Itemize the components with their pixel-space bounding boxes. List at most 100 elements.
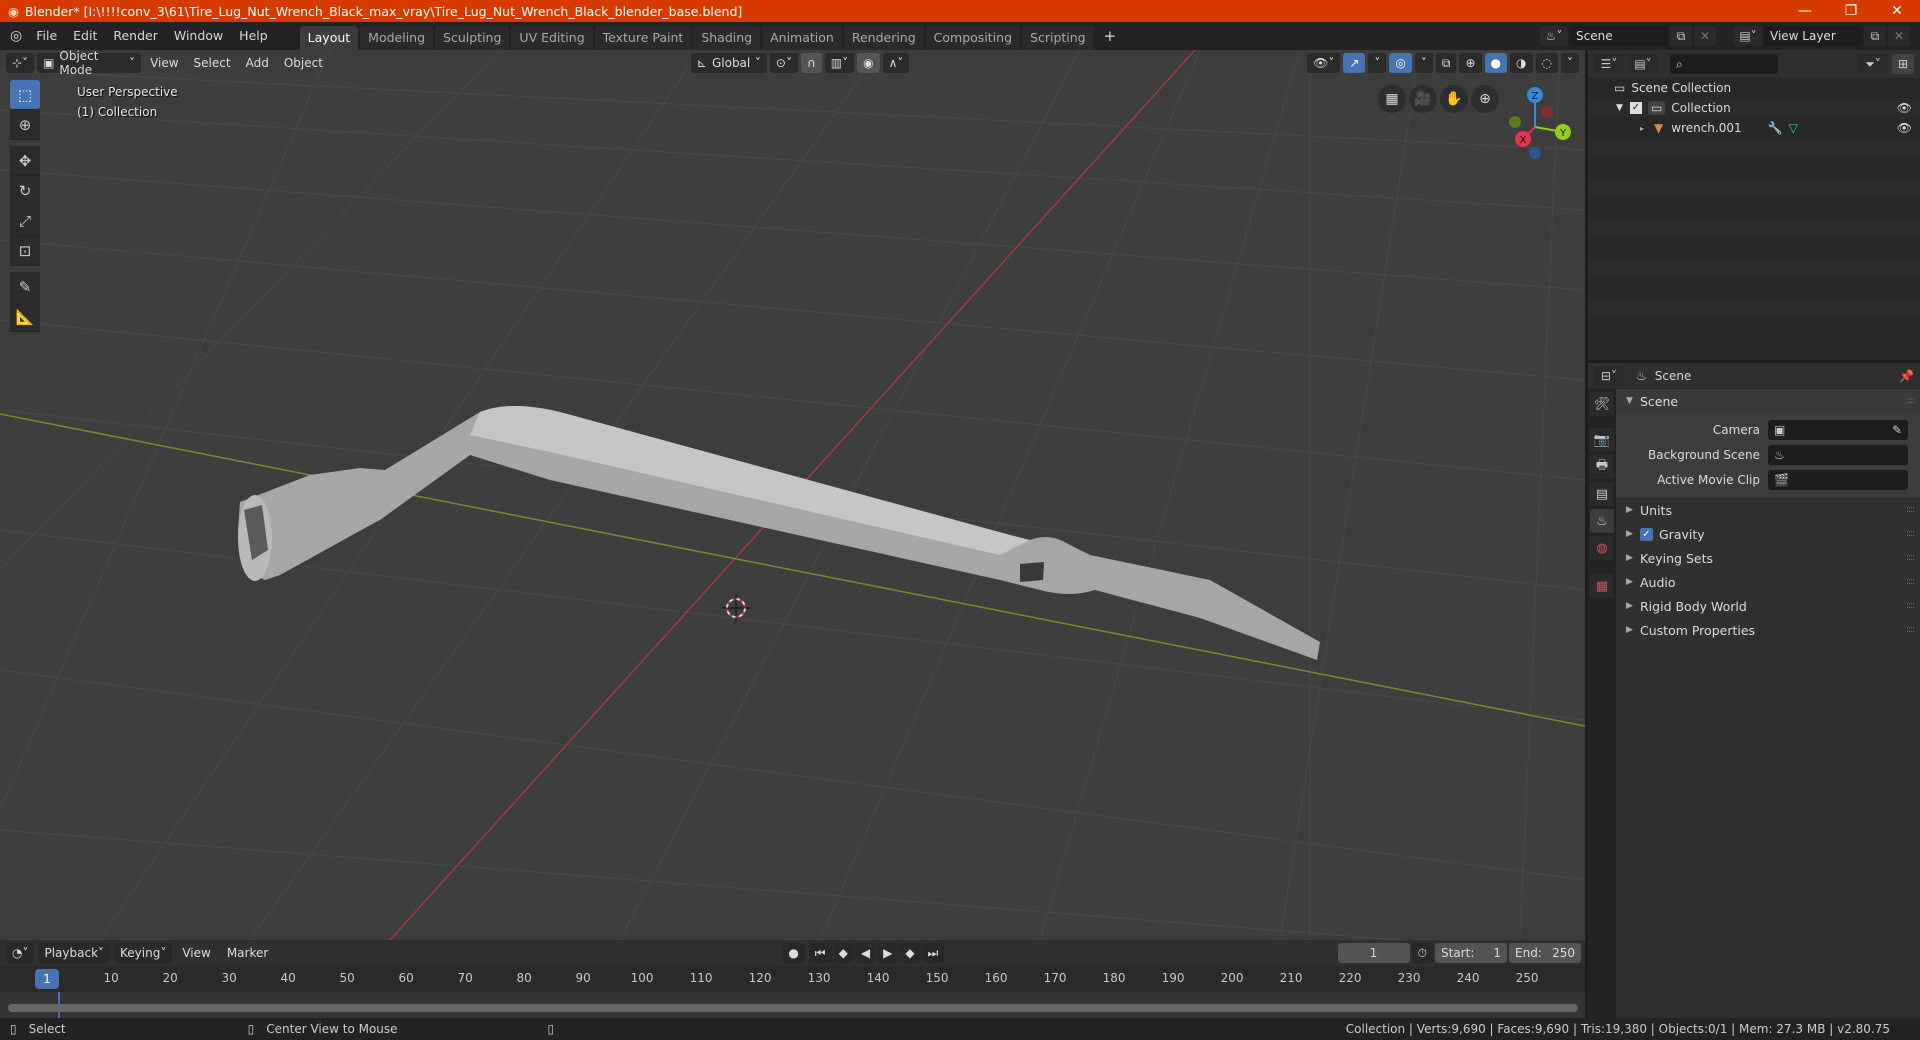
eye-icon[interactable]: 👁 xyxy=(1897,101,1912,115)
timeline-ruler[interactable]: 1 10 20 30 40 50 60 70 80 90 100 110 120 130 140 150 16… xyxy=(0,966,1585,992)
mode-dropdown[interactable]: ▣ Object Mode ˅ xyxy=(37,50,142,77)
display-mode-button[interactable]: ▤ ˅ xyxy=(1628,54,1658,74)
jump-start-button[interactable]: ⏮ xyxy=(808,943,832,963)
drag-grip-icon[interactable]: :::: xyxy=(1906,577,1915,587)
menu-select[interactable]: Select xyxy=(188,53,237,73)
timeline-view-menu[interactable]: View xyxy=(176,943,216,963)
panel-keying-sets[interactable]: ▶ Keying Sets:::: xyxy=(1616,546,1920,570)
tool-select-box[interactable]: ⬚ xyxy=(10,80,40,110)
snap-toggle[interactable]: ∩ xyxy=(800,53,822,73)
shading-wireframe[interactable]: ⊕ xyxy=(1459,53,1482,73)
record-button[interactable]: ● xyxy=(782,943,805,963)
tool-annotate[interactable]: ✎ xyxy=(10,272,40,302)
properties-editor-type-button[interactable]: ⊟ ˅ xyxy=(1594,365,1624,386)
3d-viewport[interactable]: ⊹ ˅ ▣ Object Mode ˅ View Select Add Object … xyxy=(0,50,1585,940)
mesh-data-icon[interactable]: ▽ xyxy=(1789,121,1798,135)
snap-target-dropdown[interactable]: ▥ ˅ xyxy=(824,53,855,73)
timeline-scrollbar[interactable] xyxy=(8,1004,1578,1012)
maximize-button[interactable]: ❐ xyxy=(1828,0,1874,22)
tab-render[interactable]: 📷 xyxy=(1590,428,1614,452)
shading-material[interactable]: ◑ xyxy=(1510,53,1533,73)
menu-window[interactable]: Window xyxy=(166,22,231,50)
view-layer-name-field[interactable]: View Layer xyxy=(1764,26,1862,46)
scene-browse-button[interactable]: ♨ ˅ xyxy=(1540,26,1568,46)
minimize-button[interactable]: — xyxy=(1782,0,1828,22)
tab-world[interactable]: ◍ xyxy=(1590,536,1614,560)
tool-measure[interactable]: 📐 xyxy=(10,302,40,332)
panel-audio[interactable]: ▶ Audio:::: xyxy=(1616,570,1920,594)
delete-view-layer-button[interactable]: ✕ xyxy=(1888,26,1910,46)
preview-range-toggle[interactable]: ⏱ xyxy=(1411,943,1433,963)
active-movie-clip-field[interactable]: 🎬 xyxy=(1768,469,1908,490)
tool-transform[interactable]: ⊡ xyxy=(10,236,40,266)
falloff-dropdown[interactable]: ∧ ˅ xyxy=(882,53,910,73)
eyedropper-icon[interactable]: ✎ xyxy=(1892,423,1902,437)
playhead[interactable]: 1 xyxy=(35,969,59,989)
new-view-layer-button[interactable]: ⧉ xyxy=(1864,26,1886,46)
workspace-tab-layout[interactable]: Layout xyxy=(299,26,359,50)
play-reverse-button[interactable]: ◀ xyxy=(854,943,877,963)
viewport-canvas[interactable] xyxy=(0,50,1585,940)
tool-cursor[interactable]: ⊕ xyxy=(10,110,40,140)
play-button[interactable]: ▶ xyxy=(877,943,899,963)
tool-move[interactable]: ✥ xyxy=(10,146,40,176)
new-collection-button[interactable]: ⊞ xyxy=(1892,54,1914,74)
marker-menu[interactable]: Marker xyxy=(221,943,274,963)
expand-triangle-icon[interactable]: ▸ xyxy=(1640,124,1654,133)
menu-view[interactable]: View xyxy=(144,53,184,73)
blender-menu-icon[interactable]: ◎ xyxy=(0,28,28,44)
drag-grip-icon[interactable]: :::: xyxy=(1906,553,1915,563)
next-keyframe-button[interactable]: ◆ xyxy=(899,943,921,963)
transform-orientation-dropdown[interactable]: ⊾ Global ˅ xyxy=(690,53,767,73)
tab-output[interactable]: 🖶 xyxy=(1590,455,1614,479)
close-button[interactable]: ✕ xyxy=(1874,0,1920,22)
jump-end-button[interactable]: ⏭ xyxy=(921,943,945,963)
overlay-toggle[interactable]: ◎ xyxy=(1389,53,1412,73)
pin-icon[interactable]: 📌 xyxy=(1899,369,1914,383)
menu-edit[interactable]: Edit xyxy=(65,22,105,50)
shading-rendered[interactable]: ◌ xyxy=(1535,53,1558,73)
panel-scene-header[interactable]: ▼ Scene :::: xyxy=(1616,389,1920,413)
workspace-tab-sculpting[interactable]: Sculpting xyxy=(435,26,510,50)
add-workspace-button[interactable]: + xyxy=(1096,22,1125,50)
panel-rigid-body-world[interactable]: ▶ Rigid Body World:::: xyxy=(1616,594,1920,618)
panel-units[interactable]: ▶ Units:::: xyxy=(1616,498,1920,522)
outliner-row-scene-collection[interactable]: ▭ Scene Collection xyxy=(1588,78,1920,98)
menu-add[interactable]: Add xyxy=(240,53,275,73)
workspace-tab-rendering[interactable]: Rendering xyxy=(843,26,924,50)
eye-icon[interactable]: 👁 xyxy=(1897,121,1912,135)
drag-grip-icon[interactable]: :::: xyxy=(1906,529,1915,539)
gravity-checkbox[interactable]: ✓ xyxy=(1640,527,1653,541)
shading-solid[interactable]: ● xyxy=(1484,53,1508,73)
drag-grip-icon[interactable]: :::: xyxy=(1906,625,1915,635)
filter-dropdown[interactable]: ⏷ ˅ xyxy=(1858,54,1888,74)
workspace-tab-shading[interactable]: Shading xyxy=(693,26,761,50)
navigation-gizmo[interactable]: Z Y X xyxy=(1495,85,1585,175)
delete-scene-button[interactable]: ✕ xyxy=(1694,26,1716,46)
camera-field[interactable]: ▣ ✎ xyxy=(1768,419,1908,440)
toggle-ortho-button[interactable]: ▦ xyxy=(1378,85,1406,113)
outliner-row-wrench[interactable]: ▸ ▼ wrench.001 🔧 ▽ 👁 xyxy=(1588,118,1920,138)
visibility-dropdown[interactable]: 👁 ˅ xyxy=(1307,53,1341,73)
collection-checkbox[interactable]: ✓ xyxy=(1630,102,1642,114)
drag-grip-icon[interactable]: :::: xyxy=(1906,505,1915,515)
overlay-dropdown[interactable]: ˅ xyxy=(1414,53,1433,73)
tab-tool[interactable]: 🛠 xyxy=(1590,392,1614,416)
proportional-edit-toggle[interactable]: ◉ xyxy=(857,53,880,73)
menu-object[interactable]: Object xyxy=(278,53,329,73)
gizmo-dropdown[interactable]: ˅ xyxy=(1368,53,1387,73)
menu-file[interactable]: File xyxy=(28,22,65,50)
outliner-editor-type-button[interactable]: ☰ ˅ xyxy=(1594,54,1624,74)
workspace-tab-uv-editing[interactable]: UV Editing xyxy=(511,26,593,50)
tool-scale[interactable]: ⤢ xyxy=(10,206,40,236)
tool-rotate[interactable]: ↻ xyxy=(10,176,40,206)
shading-dropdown[interactable]: ˅ xyxy=(1561,53,1579,73)
camera-view-button[interactable]: 🎥 xyxy=(1409,85,1437,113)
background-scene-field[interactable]: ♨ xyxy=(1768,444,1908,465)
workspace-tab-texture-paint[interactable]: Texture Paint xyxy=(594,26,692,50)
drag-grip-icon[interactable]: :::: xyxy=(1906,396,1915,406)
outliner-row-collection[interactable]: ▼ ✓ ▭ Collection 👁 xyxy=(1588,98,1920,118)
pan-view-button[interactable]: ✋ xyxy=(1440,85,1468,113)
menu-render[interactable]: Render xyxy=(105,22,166,50)
prev-keyframe-button[interactable]: ◆ xyxy=(832,943,854,963)
